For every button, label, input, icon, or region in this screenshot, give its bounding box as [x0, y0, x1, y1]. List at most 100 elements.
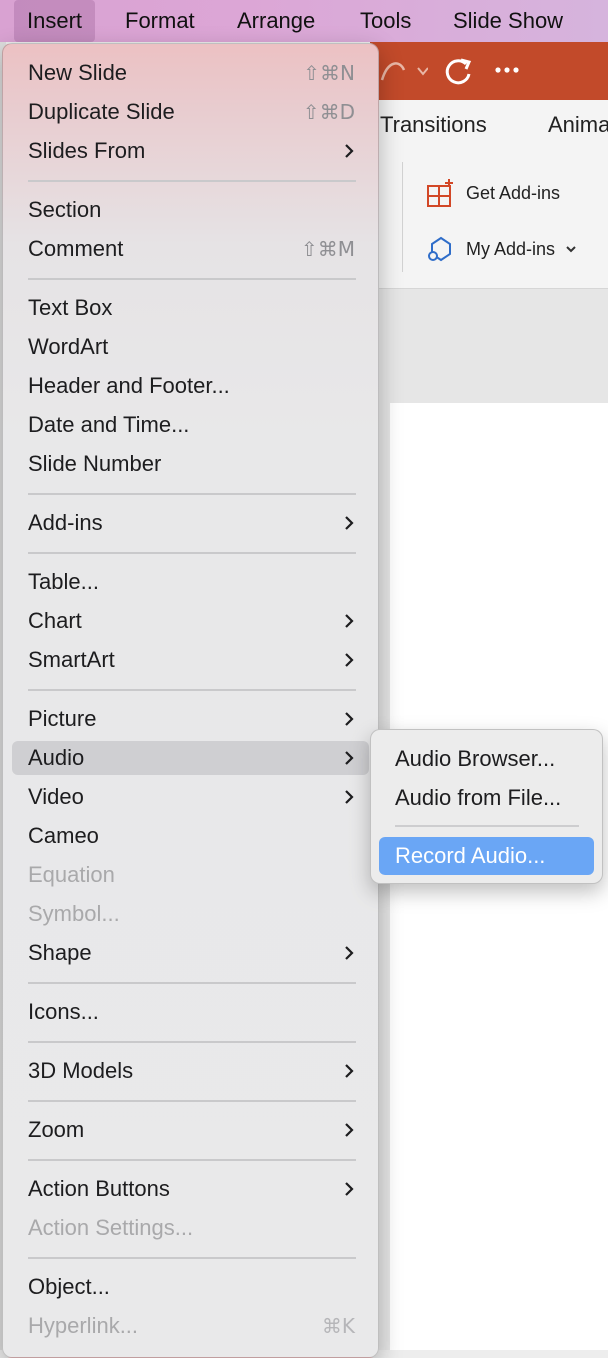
menu-separator — [395, 825, 579, 827]
menu-item-label: Hyperlink... — [28, 1313, 139, 1338]
shortcut-label: ⇧⌘D — [302, 100, 355, 124]
menu-item-wordart[interactable]: WordArt — [12, 330, 369, 364]
menu-item-3d-models[interactable]: 3D Models — [12, 1054, 369, 1088]
store-icon — [427, 179, 453, 207]
title-toolbar — [370, 42, 608, 100]
menu-item-label: Text Box — [28, 295, 113, 320]
menu-item-video[interactable]: Video — [12, 780, 369, 814]
menu-item-label: 3D Models — [28, 1058, 134, 1083]
menu-item-smartart[interactable]: SmartArt — [12, 643, 369, 677]
menu-item-label: Zoom — [28, 1117, 85, 1142]
addins-icon — [428, 236, 451, 262]
menu-item-symbol: Symbol... — [12, 897, 369, 931]
ribbon: Get Add-ins My Add-ins — [370, 152, 608, 289]
chevron-right-icon — [345, 751, 354, 765]
menu-item-header-footer[interactable]: Header and Footer... — [12, 369, 369, 403]
menu-item-cameo[interactable]: Cameo — [12, 819, 369, 853]
menu-item-label: Section — [28, 197, 102, 222]
menu-item-label: Slides From — [28, 138, 146, 163]
ribbon-tabs: Transitions Anima — [370, 100, 608, 152]
chevron-right-icon — [345, 790, 354, 804]
menu-item-date-time[interactable]: Date and Time... — [12, 408, 369, 442]
menu-item-add-ins[interactable]: Add-ins — [12, 506, 369, 540]
menu-item-label: Action Buttons — [28, 1176, 170, 1201]
chevron-right-icon — [345, 144, 354, 158]
redo-icon[interactable] — [378, 54, 428, 88]
menu-item-label: Table... — [28, 569, 99, 594]
submenu-item-record-audio[interactable]: Record Audio... — [379, 837, 594, 875]
get-addins-label: Get Add-ins — [466, 182, 561, 203]
my-addins-button[interactable]: My Add-ins — [426, 234, 577, 264]
menu-slide-show[interactable]: Slide Show — [440, 0, 576, 42]
menu-item-label: Audio — [28, 745, 85, 770]
menu-item-chart[interactable]: Chart — [12, 604, 369, 638]
menu-item-label: Video — [28, 784, 84, 809]
menu-tools[interactable]: Tools — [347, 0, 424, 42]
menu-separator — [28, 552, 356, 554]
shortcut-label: ⌘K — [321, 1314, 355, 1338]
tab-animations[interactable]: Anima — [548, 112, 608, 138]
menu-item-label: Add-ins — [28, 510, 103, 535]
menu-separator — [28, 689, 356, 691]
refresh-icon[interactable] — [442, 56, 474, 88]
menu-item-label: Symbol... — [28, 901, 120, 926]
menu-item-label: SmartArt — [28, 647, 115, 672]
submenu-item-audio-from-file[interactable]: Audio from File... — [379, 779, 594, 817]
menu-item-label: Object... — [28, 1274, 110, 1299]
menu-separator — [28, 493, 356, 495]
menu-item-icons[interactable]: Icons... — [12, 995, 369, 1029]
menu-item-label: Picture — [28, 706, 97, 731]
menu-item-comment[interactable]: Comment ⇧⌘M — [12, 232, 369, 266]
menu-item-label: Chart — [28, 608, 82, 633]
menu-item-new-slide[interactable]: New Slide ⇧⌘N — [12, 56, 369, 90]
menu-separator — [28, 982, 356, 984]
chevron-right-icon — [345, 946, 354, 960]
menu-item-label: WordArt — [28, 334, 109, 359]
menu-insert[interactable]: Insert — [14, 0, 96, 42]
menu-item-label: Action Settings... — [28, 1215, 194, 1240]
menu-item-label: New Slide — [28, 60, 128, 85]
tab-transitions[interactable]: Transitions — [380, 112, 487, 138]
menu-item-label: Date and Time... — [28, 412, 190, 437]
menu-item-text-box[interactable]: Text Box — [12, 291, 369, 325]
chevron-right-icon — [345, 1123, 354, 1137]
menu-item-audio[interactable]: Audio — [12, 741, 369, 775]
menu-item-label: Cameo — [28, 823, 99, 848]
menu-item-duplicate-slide[interactable]: Duplicate Slide ⇧⌘D — [12, 95, 369, 129]
menu-format[interactable]: Format — [112, 0, 208, 42]
menubar: Insert Format Arrange Tools Slide Show — [0, 0, 608, 42]
chevron-right-icon — [345, 1064, 354, 1078]
menu-item-slide-number[interactable]: Slide Number — [12, 447, 369, 481]
menu-item-hyperlink: Hyperlink... ⌘K — [12, 1309, 369, 1343]
menu-item-label: Shape — [28, 940, 92, 965]
menu-item-section[interactable]: Section — [12, 193, 369, 227]
menu-separator — [28, 1257, 356, 1259]
chevron-right-icon — [345, 653, 354, 667]
menu-arrange[interactable]: Arrange — [224, 0, 328, 42]
menu-item-shape[interactable]: Shape — [12, 936, 369, 970]
menu-item-action-buttons[interactable]: Action Buttons — [12, 1172, 369, 1206]
chevron-right-icon — [345, 712, 354, 726]
my-addins-label: My Add-ins — [466, 238, 556, 259]
menu-separator — [28, 1159, 356, 1161]
chevron-right-icon — [345, 1182, 354, 1196]
menu-separator — [28, 1041, 356, 1043]
menu-item-picture[interactable]: Picture — [12, 702, 369, 736]
submenu-item-audio-browser[interactable]: Audio Browser... — [379, 740, 594, 778]
menu-item-action-settings: Action Settings... — [12, 1211, 369, 1245]
chevron-down-icon — [566, 246, 576, 253]
menu-item-label: Header and Footer... — [28, 373, 230, 398]
menu-item-zoom[interactable]: Zoom — [12, 1113, 369, 1147]
menu-separator — [28, 278, 356, 280]
menu-item-object[interactable]: Object... — [12, 1270, 369, 1304]
menu-item-label: Icons... — [28, 999, 99, 1024]
audio-submenu: Audio Browser... Audio from File... Reco… — [370, 729, 603, 884]
more-icon[interactable] — [494, 66, 520, 74]
get-addins-button[interactable]: Get Add-ins — [426, 178, 560, 208]
menu-item-equation: Equation — [12, 858, 369, 892]
menu-item-slides-from[interactable]: Slides From — [12, 134, 369, 168]
menu-item-label: Slide Number — [28, 451, 162, 476]
shortcut-label: ⇧⌘M — [300, 237, 355, 261]
menu-item-table[interactable]: Table... — [12, 565, 369, 599]
chevron-right-icon — [345, 614, 354, 628]
